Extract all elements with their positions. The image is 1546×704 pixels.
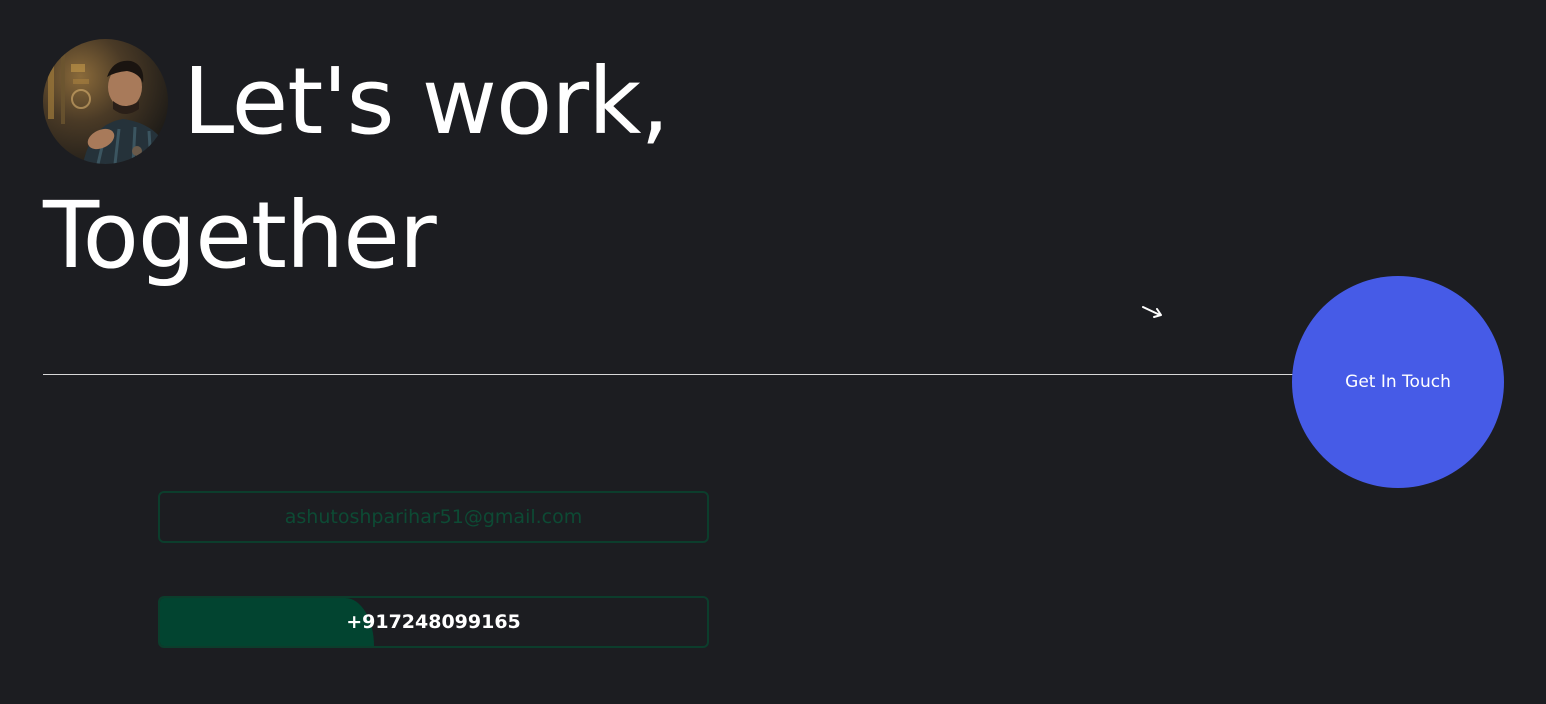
headline-line-2: Together [43, 182, 437, 289]
get-in-touch-button[interactable]: Get In Touch [1292, 276, 1504, 488]
email-button[interactable]: ashutoshparihar51@gmail.com [158, 491, 709, 543]
page: Let's work, Together Get In Touch ashuto… [0, 0, 1546, 704]
email-text: ashutoshparihar51@gmail.com [284, 506, 583, 528]
phone-text: +917248099165 [346, 611, 521, 633]
headline-line-1: Let's work, [183, 48, 670, 155]
phone-button[interactable]: +917248099165 [158, 596, 709, 648]
avatar [43, 39, 168, 164]
section-divider [43, 374, 1293, 375]
arrow-down-right-icon [1142, 306, 1162, 318]
get-in-touch-label: Get In Touch [1345, 372, 1451, 392]
phone-hover-fill [160, 598, 374, 646]
